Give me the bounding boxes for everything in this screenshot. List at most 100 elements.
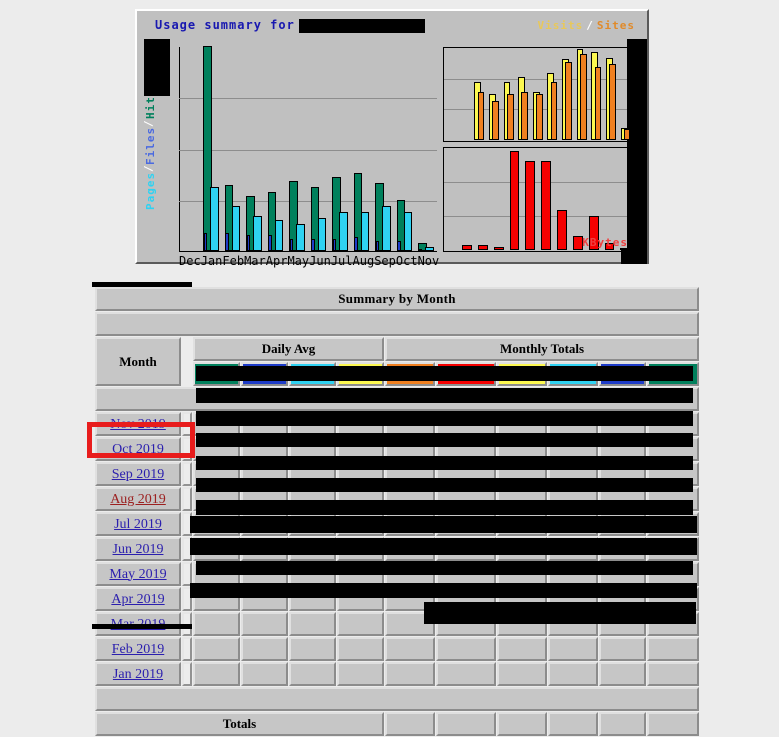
graph-title-text: Usage summary for <box>155 18 295 32</box>
y-axis-pages-label: Pages <box>144 172 157 210</box>
cell-pages-7 <box>548 537 598 561</box>
month-cell-aug-2019[interactable]: Aug 2019 <box>95 487 181 511</box>
cell-files-8 <box>599 487 646 511</box>
month-link-feb-2019[interactable]: Feb 2019 <box>112 642 165 657</box>
month-link-oct-2019[interactable]: Oct 2019 <box>112 442 164 457</box>
table-group-header-row: MonthDaily AvgMonthly Totals <box>95 337 699 361</box>
cell-hits-9 <box>647 562 699 586</box>
month-link-aug-2019[interactable]: Aug 2019 <box>110 492 166 507</box>
bar-pages-nov <box>425 247 434 251</box>
column-header-files-1[interactable]: Files <box>241 362 288 386</box>
month-link-mar-2019[interactable]: Mar 2019 <box>111 617 166 632</box>
group-header-monthly-totals: Monthly Totals <box>385 337 699 361</box>
x-axis-label-jul: Jul <box>331 254 353 268</box>
cell-hits-0 <box>193 637 240 661</box>
cell-kbytes-5 <box>436 512 496 536</box>
graph-redaction-left-yaxis <box>144 39 170 96</box>
bar-group-visits-sites-5 <box>517 47 532 140</box>
cell-files-8 <box>599 437 646 461</box>
bar-files-jul <box>333 239 337 251</box>
cell-files-8 <box>599 587 646 611</box>
column-header-hits-0[interactable]: Hits <box>193 362 240 386</box>
month-cell-apr-2019[interactable]: Apr 2019 <box>95 587 181 611</box>
bar-pages-mar <box>253 216 262 251</box>
cell-pages-2 <box>289 537 336 561</box>
month-link-nov-2019[interactable]: Nov 2019 <box>110 417 166 432</box>
bar-files-jun <box>311 239 315 251</box>
cell-hits-0 <box>193 537 240 561</box>
cell-files-1 <box>241 487 288 511</box>
graph-legend: Visits/Sites <box>538 19 636 32</box>
column-header-pages-7[interactable]: Pages <box>548 362 598 386</box>
bar-pages-jun <box>318 218 327 251</box>
cell-visits-6 <box>497 662 547 686</box>
month-link-sep-2019[interactable]: Sep 2019 <box>112 467 165 482</box>
month-link-jun-2019[interactable]: Jun 2019 <box>113 542 164 557</box>
cell-files-8 <box>599 612 646 636</box>
month-cell-feb-2019[interactable]: Feb 2019 <box>95 637 181 661</box>
bar-sites-4 <box>507 94 514 141</box>
month-cell-mar-2019[interactable]: Mar 2019 <box>95 612 181 636</box>
month-cell-nov-2019[interactable]: Nov 2019 <box>95 412 181 436</box>
totals-label: Totals <box>95 712 384 736</box>
cell-kbytes-5 <box>436 462 496 486</box>
month-cell-jul-2019[interactable]: Jul 2019 <box>95 512 181 536</box>
month-cell-jan-2019[interactable]: Jan 2019 <box>95 662 181 686</box>
cell-visits-3 <box>337 412 384 436</box>
graph-title: Usage summary for <box>155 18 425 33</box>
spacer-cell-2 <box>95 387 699 411</box>
bar-group-visits-sites-4 <box>502 47 517 140</box>
month-link-apr-2019[interactable]: Apr 2019 <box>111 592 164 607</box>
month-cell-jun-2019[interactable]: Jun 2019 <box>95 537 181 561</box>
cell-sites-4 <box>385 612 435 636</box>
bar-pages-jul <box>339 212 348 251</box>
cell-hits-9 <box>647 537 699 561</box>
cell-files-8 <box>599 637 646 661</box>
bar-kbytes-may <box>525 161 535 250</box>
month-cell-oct-2019[interactable]: Oct 2019 <box>95 437 181 461</box>
column-header-kbytes-5[interactable]: KBytes <box>436 362 496 386</box>
month-cell-sep-2019[interactable]: Sep 2019 <box>95 462 181 486</box>
bar-files-oct <box>397 241 401 251</box>
month-link-jul-2019[interactable]: Jul 2019 <box>114 517 162 532</box>
cell-hits-9 <box>647 437 699 461</box>
column-header-sites-4[interactable]: Sites <box>385 362 435 386</box>
bar-kbytes-jul <box>557 210 567 250</box>
table-row: May 2019 <box>95 562 699 586</box>
column-header-files-8[interactable]: Files <box>599 362 646 386</box>
cell-pages-2 <box>289 662 336 686</box>
cell-kbytes-5 <box>436 562 496 586</box>
row-gap <box>182 512 192 536</box>
bar-files-jan <box>204 233 208 251</box>
column-header-visits-3[interactable]: Visits <box>337 362 384 386</box>
month-cell-may-2019[interactable]: May 2019 <box>95 562 181 586</box>
cell-visits-3 <box>337 512 384 536</box>
month-link-jan-2019[interactable]: Jan 2019 <box>113 667 163 682</box>
usage-summary-graph: Usage summary for Visits/Sites Pages/Fil… <box>135 9 649 264</box>
month-link-may-2019[interactable]: May 2019 <box>109 567 166 582</box>
bar-group-aug <box>351 46 373 251</box>
bar-pages-may <box>296 224 305 251</box>
x-axis-label-may: May <box>287 254 309 268</box>
bar-sites-11 <box>609 64 616 140</box>
bar-sites-5 <box>521 92 528 140</box>
table-row: Feb 2019 <box>95 637 699 661</box>
totals-cell-1 <box>436 712 496 736</box>
cell-hits-0 <box>193 662 240 686</box>
cell-kbytes-5 <box>436 587 496 611</box>
bar-files-feb <box>225 233 229 251</box>
column-header-hits-9[interactable]: Hits <box>647 362 699 386</box>
cell-hits-9 <box>647 462 699 486</box>
table-row: Aug 2019 <box>95 487 699 511</box>
plot-left-x-axis <box>179 251 437 252</box>
cell-files-1 <box>241 612 288 636</box>
column-header-pages-2[interactable]: Pages <box>289 362 336 386</box>
row-gap <box>182 612 192 636</box>
bar-group-mar <box>244 46 266 251</box>
spacer-cell-3 <box>95 687 699 711</box>
x-axis-label-jun: Jun <box>309 254 331 268</box>
bar-group-visits-sites-8 <box>561 47 576 140</box>
cell-pages-2 <box>289 612 336 636</box>
cell-pages-2 <box>289 412 336 436</box>
column-header-visits-6[interactable]: Visits <box>497 362 547 386</box>
